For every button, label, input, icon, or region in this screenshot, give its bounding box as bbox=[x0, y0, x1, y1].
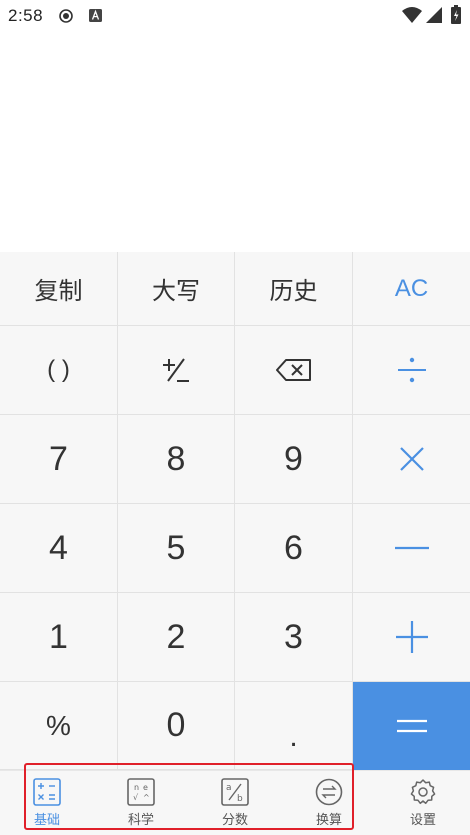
record-icon bbox=[59, 9, 73, 23]
digit-7-label: 7 bbox=[49, 439, 68, 478]
wifi-icon bbox=[402, 7, 422, 23]
scientific-icon: n e √ ^ bbox=[127, 778, 155, 806]
backspace-icon bbox=[275, 359, 311, 381]
decimal-button[interactable]: . bbox=[235, 682, 353, 770]
multiply-button[interactable] bbox=[353, 415, 470, 504]
keypad: 复制 大写 历史 AC ( ) 7 8 9 4 5 6 1 2 3 % 0 . bbox=[0, 252, 470, 770]
history-button[interactable]: 历史 bbox=[235, 252, 353, 326]
digit-6-button[interactable]: 6 bbox=[235, 504, 353, 593]
status-bar: 2:58 bbox=[0, 0, 470, 32]
plus-button[interactable] bbox=[353, 593, 470, 682]
uppercase-button[interactable]: 大写 bbox=[118, 252, 235, 326]
fraction-icon: a b bbox=[221, 778, 249, 806]
digit-8-button[interactable]: 8 bbox=[118, 415, 235, 504]
history-label: 历史 bbox=[269, 278, 318, 305]
minus-button[interactable] bbox=[353, 504, 470, 593]
plus-minus-icon bbox=[163, 358, 189, 382]
uppercase-label: 大写 bbox=[152, 278, 200, 305]
digit-4-button[interactable]: 4 bbox=[0, 504, 118, 593]
digit-4-label: 4 bbox=[49, 528, 68, 567]
clear-button[interactable]: AC bbox=[353, 252, 470, 326]
divide-button[interactable] bbox=[353, 326, 470, 415]
digit-6-label: 6 bbox=[284, 528, 303, 567]
minus-icon bbox=[394, 546, 429, 550]
basic-calculator-icon bbox=[33, 778, 61, 806]
clear-label: AC bbox=[394, 274, 429, 302]
svg-text:n: n bbox=[134, 783, 139, 792]
multiply-icon bbox=[399, 447, 424, 471]
digit-7-button[interactable]: 7 bbox=[0, 415, 118, 504]
battery-icon bbox=[451, 5, 461, 24]
digit-9-label: 9 bbox=[284, 439, 303, 478]
signal-icon bbox=[426, 7, 442, 23]
gear-icon bbox=[410, 779, 436, 805]
copy-button[interactable]: 复制 bbox=[0, 252, 118, 326]
decimal-label: . bbox=[289, 719, 298, 753]
digit-5-label: 5 bbox=[166, 528, 186, 567]
nav-settings-label: 设置 bbox=[409, 812, 436, 827]
nav-fraction[interactable]: a b 分数 bbox=[188, 771, 282, 835]
digit-3-label: 3 bbox=[284, 617, 303, 656]
nav-convert[interactable]: 换算 bbox=[282, 771, 376, 835]
nav-fraction-label: 分数 bbox=[221, 812, 248, 827]
nav-basic[interactable]: 基础 bbox=[0, 771, 94, 835]
equals-icon bbox=[396, 719, 427, 732]
percent-button[interactable]: % bbox=[0, 682, 118, 770]
nav-settings[interactable]: 设置 bbox=[376, 771, 470, 835]
svg-text:a: a bbox=[226, 783, 232, 793]
nav-scientific-label: 科学 bbox=[127, 812, 154, 827]
svg-text:b: b bbox=[237, 794, 243, 804]
nav-scientific[interactable]: n e √ ^ 科学 bbox=[94, 771, 188, 835]
digit-5-button[interactable]: 5 bbox=[118, 504, 235, 593]
status-time: 2:58 bbox=[8, 6, 44, 25]
svg-text:^: ^ bbox=[143, 793, 150, 802]
digit-0-label: 0 bbox=[166, 706, 186, 744]
calculator-display bbox=[0, 32, 470, 252]
parentheses-label: ( ) bbox=[47, 356, 70, 383]
divide-icon bbox=[397, 357, 426, 383]
nav-basic-label: 基础 bbox=[33, 812, 60, 827]
svg-text:√: √ bbox=[133, 793, 139, 802]
bottom-nav: 基础 n e √ ^ 科学 a b 分数 换算 设置 bbox=[0, 770, 470, 835]
percent-label: % bbox=[46, 709, 71, 741]
svg-text:e: e bbox=[143, 783, 148, 792]
digit-3-button[interactable]: 3 bbox=[235, 593, 353, 682]
digit-2-label: 2 bbox=[166, 617, 186, 656]
convert-icon bbox=[315, 778, 343, 806]
digit-1-label: 1 bbox=[49, 617, 68, 656]
copy-label: 复制 bbox=[34, 278, 83, 305]
plus-icon bbox=[395, 621, 428, 653]
digit-9-button[interactable]: 9 bbox=[235, 415, 353, 504]
digit-0-button[interactable]: 0 bbox=[118, 682, 235, 770]
sign-toggle-button[interactable] bbox=[118, 326, 235, 415]
digit-1-button[interactable]: 1 bbox=[0, 593, 118, 682]
digit-2-button[interactable]: 2 bbox=[118, 593, 235, 682]
equals-button[interactable] bbox=[353, 682, 470, 770]
parentheses-button[interactable]: ( ) bbox=[0, 326, 118, 415]
backspace-button[interactable] bbox=[235, 326, 353, 415]
digit-8-label: 8 bbox=[166, 439, 186, 478]
nav-convert-label: 换算 bbox=[315, 812, 342, 827]
accessibility-a-icon bbox=[89, 9, 102, 22]
